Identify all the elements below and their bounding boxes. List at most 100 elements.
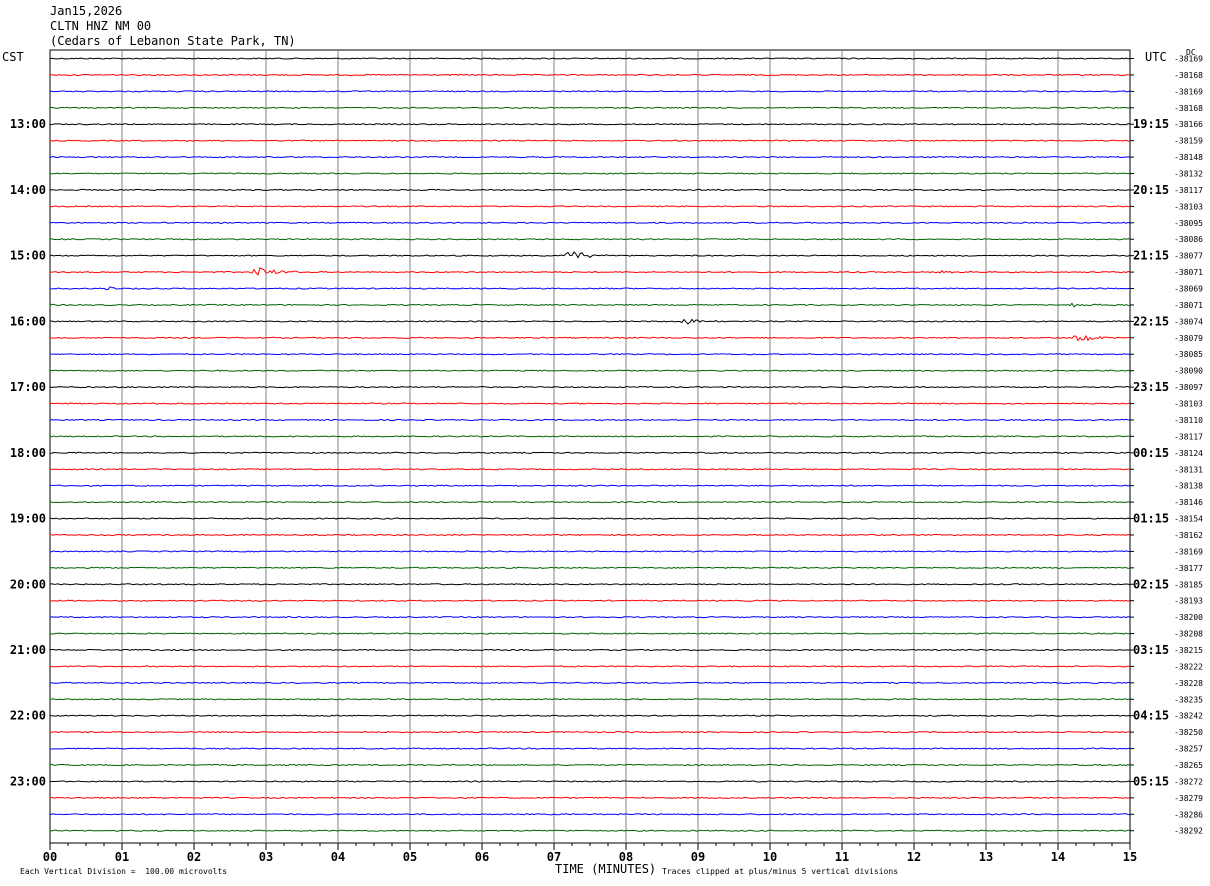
trace-row	[49, 334, 1131, 342]
dc-offset-label: -38168	[1174, 71, 1203, 80]
x-tick-label: 00	[43, 850, 57, 864]
dc-offset-label: -38168	[1174, 104, 1203, 113]
trace-row	[49, 500, 1131, 504]
dc-offset-label: -38193	[1174, 597, 1203, 606]
x-tick-label: 12	[907, 850, 921, 864]
dc-offset-label: -38257	[1174, 745, 1203, 754]
x-tick-label: 09	[691, 850, 705, 864]
trace-row	[49, 90, 1131, 93]
trace-row	[49, 468, 1131, 471]
dc-offset-label: -38222	[1174, 662, 1203, 671]
dc-offset-label: -38208	[1174, 630, 1203, 639]
trace-row	[49, 813, 1131, 816]
dc-offset-label: -38185	[1174, 580, 1203, 589]
trace-row	[49, 106, 1131, 109]
trace-row	[49, 583, 1131, 586]
x-tick-label: 15	[1123, 850, 1137, 864]
trace-row	[49, 714, 1131, 717]
right-hour-label: 20:15	[1133, 183, 1169, 197]
dc-offset-label: -38228	[1174, 679, 1203, 688]
dc-offset-label: -38124	[1174, 449, 1203, 458]
plot-frame	[49, 49, 1131, 844]
trace-row	[49, 550, 1131, 553]
dc-offset-label: -38148	[1174, 153, 1203, 162]
dc-offset-label: -38103	[1174, 400, 1203, 409]
left-hour-label: 21:00	[10, 643, 46, 657]
trace-row	[49, 665, 1131, 668]
trace-row	[49, 632, 1131, 635]
x-tick-label: 02	[187, 850, 201, 864]
trace-row	[49, 731, 1131, 734]
x-tick-label: 03	[259, 850, 273, 864]
dc-offset-label: -38117	[1174, 432, 1203, 441]
trace-row	[49, 238, 1131, 241]
dc-offset-label: -38169	[1174, 55, 1203, 64]
trace-row	[49, 435, 1131, 438]
x-tick-label: 05	[403, 850, 417, 864]
trace-row	[49, 73, 1131, 76]
left-hour-label: 13:00	[10, 117, 46, 131]
trace-row	[49, 747, 1131, 750]
trace-row	[49, 139, 1131, 142]
left-hour-label: 15:00	[10, 249, 46, 263]
dc-offset-label: -38071	[1174, 268, 1203, 277]
trace-row	[49, 205, 1131, 208]
dc-offset-label: -38069	[1174, 285, 1203, 294]
trace-row	[49, 681, 1131, 684]
dc-offset-label: -38074	[1174, 317, 1203, 326]
right-hour-label: 00:15	[1133, 446, 1169, 460]
left-hour-label: 22:00	[10, 709, 46, 723]
dc-offset-label: -38272	[1174, 777, 1203, 786]
right-hour-label: 21:15	[1133, 249, 1169, 263]
dc-offset-label: -38177	[1174, 564, 1203, 573]
trace-row	[49, 172, 1131, 175]
trace-row	[49, 251, 1131, 259]
dc-offset-label: -38169	[1174, 547, 1203, 556]
dc-offset-label: -38103	[1174, 202, 1203, 211]
dc-offset-label: -38117	[1174, 186, 1203, 195]
trace-row	[49, 402, 1131, 405]
trace-row	[49, 188, 1131, 192]
trace-row	[49, 616, 1131, 619]
dc-offset-label: -38169	[1174, 87, 1203, 96]
trace-row	[49, 369, 1131, 372]
trace-row	[49, 353, 1131, 356]
dc-offset-label: -38215	[1174, 646, 1203, 655]
dc-offset-label: -38292	[1174, 827, 1203, 836]
helicorder-chart: 00 01 02 03 04 05 06 07 08 09 10 11 12 13 14 15-38169-3…	[10, 49, 1203, 864]
dc-offset-label: -38242	[1174, 712, 1203, 721]
right-hour-label: 22:15	[1133, 314, 1169, 328]
x-tick-label: 01	[115, 850, 129, 864]
left-hour-label: 17:00	[10, 380, 46, 394]
left-hour-label: 19:00	[10, 512, 46, 526]
dc-offset-label: -38138	[1174, 482, 1203, 491]
trace-row	[49, 302, 1131, 308]
left-hour-label: 23:00	[10, 774, 46, 788]
dc-offset-label: -38079	[1174, 334, 1203, 343]
dc-offset-label: -38166	[1174, 120, 1203, 129]
trace-row	[49, 286, 1131, 291]
trace-row	[49, 763, 1131, 767]
trace-row	[49, 566, 1131, 569]
dc-offset-label: -38154	[1174, 515, 1203, 524]
trace-row	[49, 517, 1131, 520]
dc-offset-label: -38146	[1174, 498, 1203, 507]
right-hour-label: 05:15	[1133, 774, 1169, 788]
x-tick-label: 10	[763, 850, 777, 864]
scale-note: Each Vertical Division = 100.00 microvol…	[20, 867, 228, 876]
dc-offset-label: -38110	[1174, 416, 1203, 425]
trace-row	[49, 451, 1130, 454]
trace-row	[49, 648, 1130, 652]
dc-offset-label: -38085	[1174, 350, 1203, 359]
dc-offset-label: -38071	[1174, 301, 1203, 310]
x-tick-label: 06	[475, 850, 489, 864]
trace-row	[49, 123, 1131, 126]
dc-offset-label: -38086	[1174, 235, 1203, 244]
dc-offset-label: -38077	[1174, 252, 1203, 261]
trace-row	[49, 780, 1131, 783]
left-hour-label: 18:00	[10, 446, 46, 460]
dc-offset-label: -38095	[1174, 219, 1203, 228]
dc-offset-label: -38162	[1174, 531, 1203, 540]
dc-offset-label: -38265	[1174, 761, 1203, 770]
left-hour-label: 20:00	[10, 577, 46, 591]
